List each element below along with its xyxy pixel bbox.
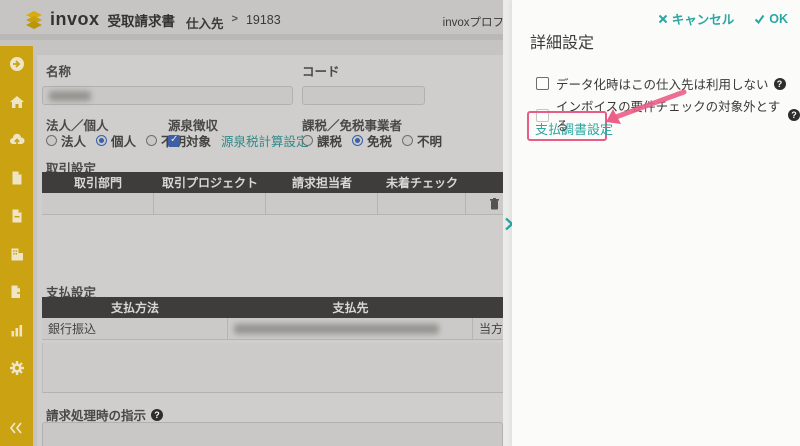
circle-arrow-icon[interactable] [9, 56, 25, 72]
cell-row-actions [466, 193, 503, 214]
radio-icon[interactable] [302, 135, 313, 146]
entity-type-group: 法人 個人 不明 [46, 131, 186, 150]
radio-label: 免税 [367, 131, 392, 150]
home-icon[interactable] [9, 94, 25, 110]
withholding-checkbox-label: 対象 [186, 131, 211, 150]
code-input[interactable] [302, 86, 425, 105]
radio-icon[interactable] [46, 135, 57, 146]
help-icon[interactable] [788, 109, 800, 121]
breadcrumb-separator: > [232, 13, 238, 32]
document-icon[interactable] [9, 170, 25, 186]
sidebar-nav [0, 46, 33, 446]
name-label: 名称 [46, 61, 71, 80]
breadcrumb-section[interactable]: 仕入先 [186, 13, 224, 32]
cell-project[interactable] [154, 193, 266, 214]
detail-settings-panel: キャンセル OK 詳細設定 データ化時はこの仕入先は利用しない インボイスの要件… [512, 0, 800, 446]
cell-department[interactable] [42, 193, 154, 214]
profile-menu[interactable]: invoxプロフ [443, 14, 504, 30]
exclude-supplier-checkbox[interactable] [536, 77, 549, 90]
col-project: 取引プロジェクト [154, 172, 266, 193]
tax-status-group: 課税 免税 不明 [302, 131, 442, 150]
panel-actions: キャンセル OK [658, 9, 788, 28]
cell-arrival-check[interactable] [378, 193, 466, 214]
withholding-group: 対象 源泉税計算設定 [168, 131, 309, 150]
brand-name: invox [50, 9, 100, 30]
invox-logo-icon [24, 10, 44, 30]
brand: invox 受取請求書 [24, 9, 175, 30]
instructions-input[interactable] [42, 422, 503, 446]
help-icon[interactable] [151, 409, 163, 421]
radio-label: 個人 [111, 131, 136, 150]
radio-option-taxable[interactable]: 課税 [302, 131, 342, 150]
cancel-label: キャンセル [672, 9, 735, 28]
transaction-table-header: 取引部門 取引プロジェクト 請求担当者 未着チェック [42, 172, 503, 193]
cell-payee[interactable] [228, 318, 473, 339]
breadcrumb: 仕入先 > 19183 [186, 13, 281, 32]
payment-table-empty-area [42, 343, 503, 393]
cloud-upload-icon[interactable] [9, 132, 25, 148]
payment-table-header: 支払方法 支払先 手数料 [42, 297, 503, 318]
cell-fee[interactable]: 当方負担 [473, 318, 503, 339]
radio-icon[interactable] [402, 135, 413, 146]
top-header: invox 受取請求書 仕入先 > 19183 invoxプロフ [0, 0, 512, 40]
transaction-table: 取引部門 取引プロジェクト 請求担当者 未着チェック [42, 172, 503, 215]
radio-label: 不明 [417, 131, 442, 150]
code-label: コード [302, 61, 340, 80]
radio-label: 課税 [317, 131, 342, 150]
ok-button[interactable]: OK [754, 9, 788, 28]
radio-icon-selected[interactable] [352, 135, 363, 146]
exclude-supplier-checkbox-row[interactable]: データ化時はこの仕入先は利用しない [536, 74, 786, 93]
document-2-icon[interactable] [9, 208, 25, 224]
exclude-supplier-label: データ化時はこの仕入先は利用しない [556, 74, 769, 93]
product-name: 受取請求書 [108, 10, 176, 30]
redacted-payee-value [234, 324, 439, 334]
radio-icon-selected[interactable] [96, 135, 107, 146]
col-billing-person: 請求担当者 [266, 172, 378, 193]
radio-icon[interactable] [146, 135, 157, 146]
redacted-name-value [49, 91, 91, 101]
payment-table-row[interactable]: 銀行振込 当方負担 [42, 318, 503, 340]
radio-option-individual[interactable]: 個人 [96, 131, 136, 150]
cancel-button[interactable]: キャンセル [658, 9, 735, 28]
supplier-form-card: 名称 コード 法人／個人 源泉徴収 課税／免税事業者 法人 個人 不明 [37, 55, 503, 446]
col-extra [466, 172, 503, 193]
check-icon [754, 14, 765, 24]
radio-option-unknown2[interactable]: 不明 [402, 131, 442, 150]
trash-icon[interactable] [490, 198, 499, 210]
bar-chart-icon[interactable] [9, 322, 25, 338]
document-export-icon[interactable] [9, 284, 25, 300]
app-window: invox 受取請求書 仕入先 > 19183 invoxプロフ [0, 0, 800, 446]
radio-label: 法人 [61, 131, 86, 150]
panel-title: 詳細設定 [530, 29, 594, 53]
cell-billing-person[interactable] [266, 193, 378, 214]
cell-payment-method[interactable]: 銀行振込 [42, 318, 228, 339]
company-icon[interactable] [9, 246, 25, 262]
breadcrumb-id: 19183 [246, 13, 281, 32]
radio-option-corporate[interactable]: 法人 [46, 131, 86, 150]
payment-table: 支払方法 支払先 手数料 銀行振込 当方負担 [42, 297, 503, 340]
ok-label: OK [769, 12, 788, 26]
collapse-icon[interactable] [8, 420, 24, 436]
radio-option-exempt[interactable]: 免税 [352, 131, 392, 150]
col-payee: 支払先 [228, 297, 473, 318]
transaction-table-row[interactable] [42, 193, 503, 215]
withholding-checkbox[interactable] [168, 135, 180, 147]
x-icon [658, 14, 668, 24]
col-fee: 手数料 [473, 297, 503, 318]
col-payment-method: 支払方法 [42, 297, 228, 318]
col-department: 取引部門 [42, 172, 154, 193]
col-arrival-check: 未着チェック [378, 172, 466, 193]
name-input[interactable] [42, 86, 293, 105]
help-icon[interactable] [774, 78, 786, 90]
gear-icon[interactable] [9, 360, 25, 376]
withholding-calc-settings-link[interactable]: 源泉税計算設定 [221, 131, 309, 150]
payment-report-settings-link[interactable]: 支払調書設定 [535, 119, 613, 138]
